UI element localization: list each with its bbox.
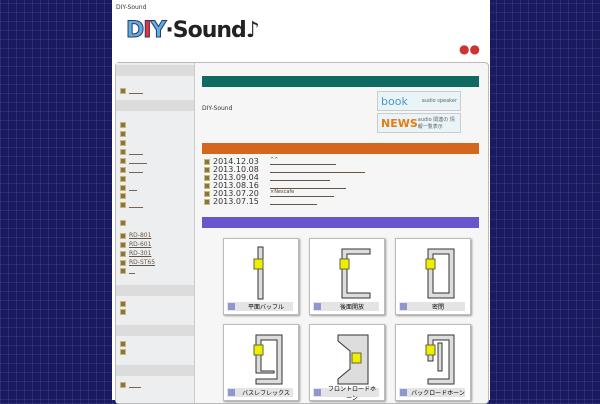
news-title-link[interactable]: ×Nescafe xyxy=(270,189,334,197)
sidebar-header xyxy=(116,100,194,111)
section-bar-orange xyxy=(202,143,479,154)
intro-text: DIY-Sound xyxy=(202,105,233,112)
enclosure-tile[interactable]: バックロードホーン xyxy=(395,324,471,401)
sidebar-item[interactable] xyxy=(120,88,143,94)
content-box: RD-801 RD-601 RD-301 RD-ST65 DIY-Sound book… xyxy=(115,62,489,404)
sidebar-item[interactable] xyxy=(120,176,126,182)
sidebar-header xyxy=(116,325,194,336)
sidebar-item[interactable] xyxy=(120,185,137,191)
page: DIY-Sound DIY·Sound♪ ●● RD-801 RD-601 RD-3… xyxy=(112,0,490,404)
enclosure-tile[interactable]: 後面開放 xyxy=(309,238,385,315)
enclosure-diagram-icon xyxy=(253,334,283,385)
sidebar-item[interactable] xyxy=(120,140,126,146)
news-title-link[interactable] xyxy=(270,165,365,173)
sidebar-header xyxy=(116,65,194,76)
sidebar-item[interactable] xyxy=(120,349,126,355)
sidebar-item[interactable] xyxy=(120,167,143,173)
sidebar-model-link[interactable]: RD-801 xyxy=(120,232,151,239)
news-title-link[interactable] xyxy=(270,197,317,205)
sidebar-item[interactable] xyxy=(120,131,126,137)
book-banner[interactable]: book audio speaker xyxy=(377,91,461,111)
tile-label: フロントロードホーン xyxy=(327,385,376,402)
sidebar-item[interactable] xyxy=(120,149,143,155)
sidebar-header xyxy=(116,285,194,296)
sidebar-item[interactable] xyxy=(120,341,126,347)
sidebar-item[interactable] xyxy=(120,122,126,128)
enclosure-tile[interactable]: バスレフレックス xyxy=(223,324,299,401)
tile-label: 密閉 xyxy=(431,304,444,311)
enclosure-tile[interactable]: フロントロードホーン xyxy=(309,324,385,402)
tile-label: 平面バッフル xyxy=(247,304,284,311)
enclosure-diagram-icon xyxy=(253,246,264,300)
sidebar-model-link[interactable]: RD-301 xyxy=(120,250,151,257)
sidebar-item[interactable] xyxy=(120,382,141,388)
enclosure-diagram-icon xyxy=(425,248,455,299)
tile-label: 後面開放 xyxy=(339,304,364,311)
sidebar-item[interactable] xyxy=(120,193,126,199)
sidebar-model-link[interactable]: RD-ST65 xyxy=(120,259,155,266)
sidebar-item[interactable] xyxy=(120,309,126,315)
logo[interactable]: DIY·Sound♪ xyxy=(125,18,259,44)
sidebar: RD-801 RD-601 RD-301 RD-ST65 xyxy=(116,63,195,403)
enclosure-tile[interactable]: 平面バッフル xyxy=(223,238,299,315)
news-title-link[interactable] xyxy=(270,173,330,181)
sidebar-item[interactable] xyxy=(120,301,126,307)
tile-label: バックロードホーン xyxy=(411,390,465,397)
mascot-icon: ●● xyxy=(459,42,480,56)
section-bar-purple xyxy=(202,217,479,228)
news-title-link[interactable]: ^^ xyxy=(270,157,336,165)
enclosure-diagram-icon xyxy=(337,334,369,385)
sidebar-header xyxy=(116,365,194,376)
tile-label: バスレフレックス xyxy=(242,390,290,397)
sidebar-model-link[interactable]: RD-601 xyxy=(120,241,151,248)
sidebar-item[interactable] xyxy=(120,268,135,274)
news-item[interactable]: 2013.07.15 xyxy=(204,197,317,206)
enclosure-tile[interactable]: 密閉 xyxy=(395,238,471,315)
news-title-link[interactable] xyxy=(270,181,346,189)
sidebar-item[interactable] xyxy=(120,202,143,208)
section-bar-teal xyxy=(202,76,479,87)
sidebar-item[interactable] xyxy=(120,220,126,226)
news-date: 2013.07.15 xyxy=(213,197,259,206)
news-banner[interactable]: NEWS audio 関連の 情報一覧表示 xyxy=(377,113,461,133)
main: DIY-Sound book audio speaker NEWS audio 関連… xyxy=(201,63,486,403)
enclosure-diagram-icon xyxy=(339,248,371,299)
enclosure-diagram-icon xyxy=(425,334,455,385)
site-title: DIY-Sound xyxy=(116,4,147,11)
sidebar-item[interactable] xyxy=(120,158,147,164)
